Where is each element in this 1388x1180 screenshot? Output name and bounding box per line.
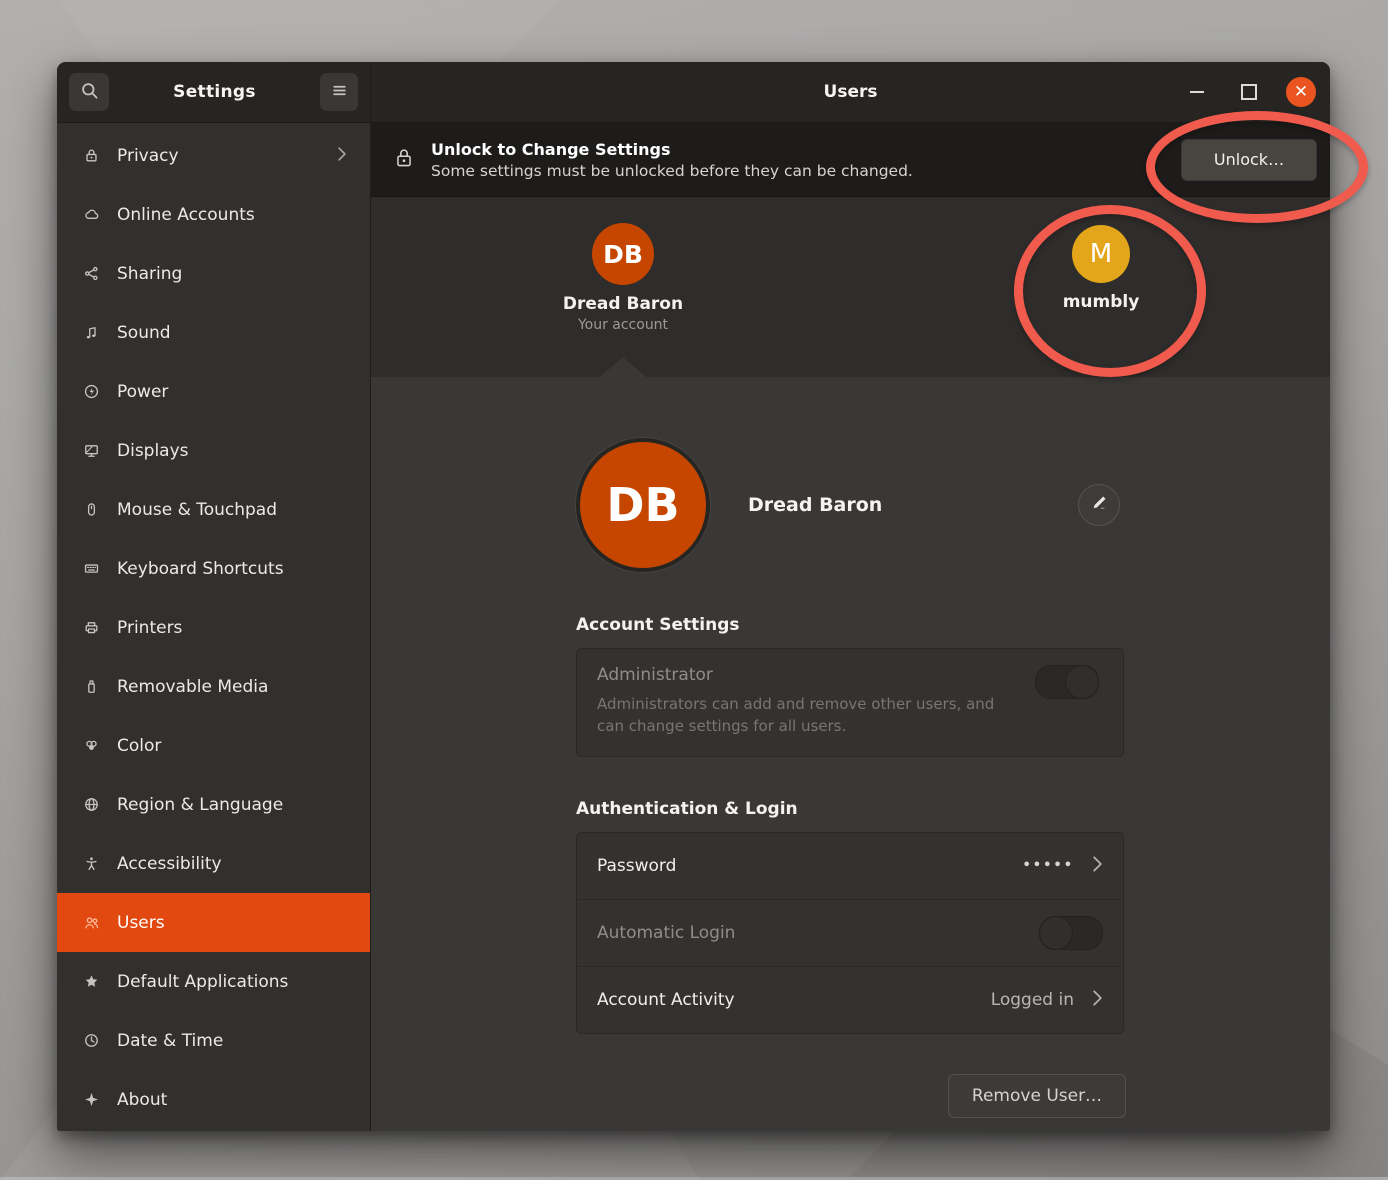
page-title: Users (824, 82, 878, 102)
sparkle-icon (82, 1091, 100, 1109)
sidebar-item-keyboard-shortcuts[interactable]: Keyboard Shortcuts (57, 539, 370, 598)
automatic-login-row: Automatic Login (577, 899, 1123, 966)
search-icon (80, 81, 99, 104)
toggle-knob (1065, 665, 1099, 699)
user-detail-panel: DB Dread Baron Account Settings Administ… (371, 377, 1330, 1131)
account-activity-row[interactable]: Account Activity Logged in (577, 966, 1123, 1033)
cloud-icon (82, 206, 100, 224)
user-subtitle: Your account (513, 317, 733, 333)
authentication-card: Password ••••• Automatic Login Acc (576, 832, 1124, 1034)
account-activity-value: Logged in (991, 990, 1074, 1010)
maximize-button[interactable] (1234, 77, 1264, 107)
flash-drive-icon (82, 678, 100, 696)
administrator-toggle[interactable] (1035, 665, 1099, 699)
profile-avatar: DB (576, 438, 710, 572)
sidebar-title: Settings (109, 82, 320, 102)
keyboard-icon (82, 560, 100, 578)
sidebar-item-date-time[interactable]: Date & Time (57, 1011, 370, 1070)
sidebar-item-online-accounts[interactable]: Online Accounts (57, 185, 370, 244)
password-label: Password (597, 856, 676, 876)
power-icon (82, 383, 100, 401)
padlock-icon (393, 146, 415, 174)
printer-icon (82, 619, 100, 637)
sidebar-item-displays[interactable]: Displays (57, 421, 370, 480)
annotation-circle-unlock (1146, 111, 1368, 223)
account-activity-label: Account Activity (597, 990, 735, 1010)
toggle-knob (1039, 916, 1073, 950)
sidebar: Settings Privacy Online Accounts Sharing (57, 62, 371, 1131)
users-icon (82, 914, 100, 932)
chevron-right-icon (1092, 990, 1103, 1010)
minimize-button[interactable] (1182, 77, 1212, 107)
profile-row: DB Dread Baron (576, 437, 1124, 573)
sidebar-item-privacy[interactable]: Privacy (57, 126, 370, 185)
sidebar-item-power[interactable]: Power (57, 362, 370, 421)
sidebar-header: Settings (57, 62, 370, 123)
sidebar-item-region-language[interactable]: Region & Language (57, 775, 370, 834)
mouse-icon (82, 501, 100, 519)
password-dots: ••••• (1022, 858, 1074, 873)
clock-icon (82, 1032, 100, 1050)
chevron-right-icon (336, 146, 348, 166)
display-icon (82, 442, 100, 460)
administrator-label: Administrator (597, 665, 1103, 685)
user-card-dread-baron[interactable]: DB Dread Baron Your account (513, 223, 733, 333)
sidebar-item-accessibility[interactable]: Accessibility (57, 834, 370, 893)
minimize-icon (1190, 91, 1204, 93)
primary-menu-button[interactable] (320, 73, 358, 111)
main-headerbar: Users ✕ (371, 62, 1330, 123)
pencil-icon (1090, 494, 1108, 516)
automatic-login-toggle[interactable] (1039, 916, 1103, 950)
user-name: Dread Baron (513, 294, 733, 314)
banner-subtitle: Some settings must be unlocked before th… (431, 162, 913, 180)
authentication-heading: Authentication & Login (576, 799, 1124, 819)
close-button[interactable]: ✕ (1286, 77, 1316, 107)
star-icon (82, 973, 100, 991)
search-button[interactable] (69, 73, 109, 111)
banner-title: Unlock to Change Settings (431, 140, 913, 159)
accessibility-icon (82, 855, 100, 873)
password-row[interactable]: Password ••••• (577, 833, 1123, 899)
remove-user-button[interactable]: Remove User… (948, 1074, 1126, 1118)
sidebar-item-sound[interactable]: Sound (57, 303, 370, 362)
sidebar-item-printers[interactable]: Printers (57, 598, 370, 657)
sidebar-item-removable-media[interactable]: Removable Media (57, 657, 370, 716)
account-settings-heading: Account Settings (576, 615, 1124, 635)
close-icon: ✕ (1294, 84, 1308, 101)
sidebar-item-mouse-touchpad[interactable]: Mouse & Touchpad (57, 480, 370, 539)
sidebar-item-default-applications[interactable]: Default Applications (57, 952, 370, 1011)
banner-texts: Unlock to Change Settings Some settings … (431, 140, 913, 180)
main-panel: Users ✕ Unlock to Change Settings Some s… (371, 62, 1330, 1131)
rename-button[interactable] (1078, 484, 1120, 526)
administrator-description: Administrators can add and remove other … (597, 694, 1017, 738)
sidebar-item-color[interactable]: Color (57, 716, 370, 775)
hamburger-menu-icon (331, 82, 348, 103)
music-note-icon (82, 324, 100, 342)
lock-icon (82, 147, 100, 165)
globe-icon (82, 796, 100, 814)
profile-name: Dread Baron (748, 494, 882, 516)
color-circles-icon (82, 737, 100, 755)
chevron-right-icon (1092, 856, 1103, 876)
sidebar-item-sharing[interactable]: Sharing (57, 244, 370, 303)
automatic-login-label: Automatic Login (597, 923, 735, 943)
selected-user-pointer (600, 357, 646, 377)
avatar: DB (592, 223, 654, 285)
annotation-circle-mumbly (1014, 205, 1206, 377)
sidebar-item-about[interactable]: About (57, 1070, 370, 1129)
maximize-icon (1241, 84, 1257, 100)
administrator-card: Administrator Administrators can add and… (576, 648, 1124, 757)
sidebar-list: Privacy Online Accounts Sharing Sound Po… (57, 123, 370, 1131)
sidebar-item-users[interactable]: Users (57, 893, 370, 952)
share-icon (82, 265, 100, 283)
